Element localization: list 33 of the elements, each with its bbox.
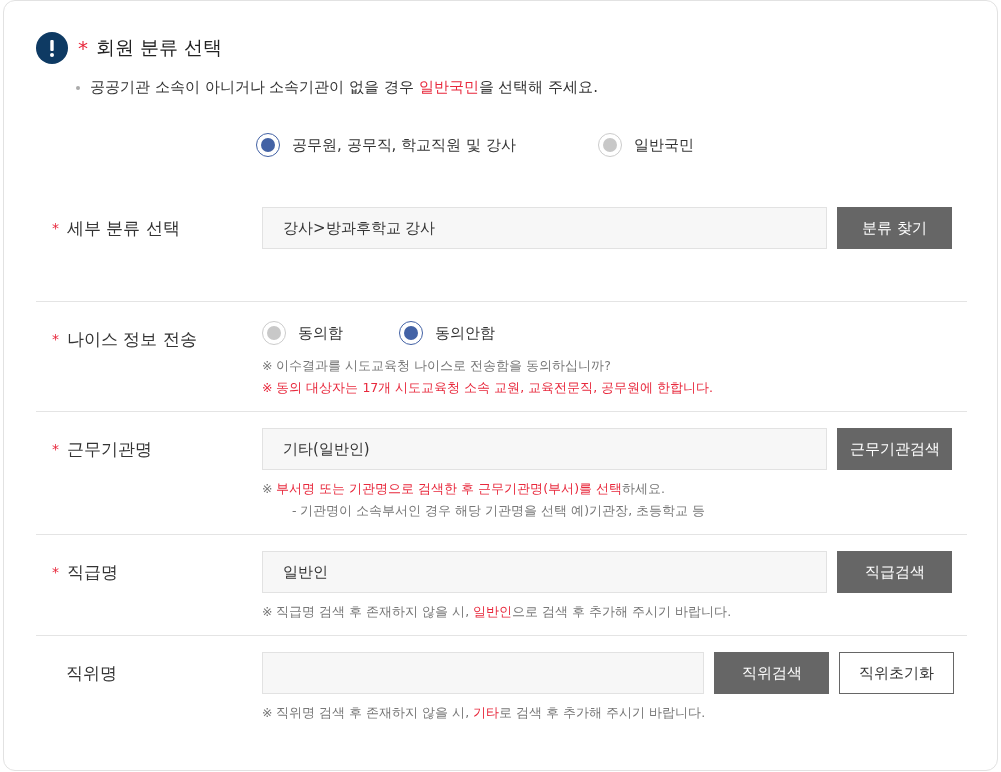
field-label: 근무기관명 bbox=[67, 437, 152, 461]
field-label: 세부 분류 선택 bbox=[67, 216, 180, 240]
search-button[interactable]: 분류 찾기 bbox=[837, 207, 952, 249]
bullet-icon bbox=[76, 85, 80, 90]
radio-option[interactable]: 동의안함 bbox=[399, 317, 495, 349]
help-note: ※ 직급명 검색 후 존재하지 않을 시, 일반인으로 검색 후 추가해 주시기 바랍니다. bbox=[262, 603, 733, 621]
required-mark: * bbox=[52, 331, 59, 347]
section-title: 회원 분류 선택 bbox=[96, 35, 223, 60]
search-button[interactable]: 직위초기화 bbox=[839, 652, 954, 694]
help-note: ※ 이수결과를 시도교육청 나이스로 전송함을 동의하십니까? bbox=[262, 357, 612, 375]
required-mark: * bbox=[52, 441, 59, 457]
help-note: ※ 직위명 검색 후 존재하지 않을 시, 기타로 검색 후 추가해 주시기 바랍니다. bbox=[262, 704, 707, 722]
field-label: 직위명 bbox=[66, 661, 117, 685]
required-mark: * bbox=[52, 564, 59, 580]
help-note: ※ 부서명 또는 기관명으로 검색한 후 근무기관명(부서)를 선택하세요. bbox=[262, 480, 667, 498]
help-note: - 기관명이 소속부서인 경우 해당 기관명을 선택 예)기관장, 초등학교 등 bbox=[291, 502, 707, 520]
search-button[interactable]: 직급검색 bbox=[837, 551, 952, 593]
search-button[interactable]: 직위검색 bbox=[714, 652, 829, 694]
text-field[interactable]: 강사>방과후학교 강사 bbox=[262, 207, 827, 249]
radio-option[interactable]: 동의함 bbox=[262, 317, 343, 349]
required-mark: * bbox=[52, 220, 59, 236]
text-field[interactable]: 기타(일반인) bbox=[262, 428, 827, 470]
text-field[interactable]: 일반인 bbox=[262, 551, 827, 593]
search-button[interactable]: 근무기관검색 bbox=[837, 428, 952, 470]
required-mark: * bbox=[78, 36, 88, 60]
field-label: 나이스 정보 전송 bbox=[67, 327, 197, 351]
text-field[interactable] bbox=[262, 652, 704, 694]
notice-text: 공공기관 소속이 아니거나 소속기관이 없을 경우 일반국민을 선택해 주세요. bbox=[90, 78, 598, 97]
exclamation-icon bbox=[36, 32, 68, 64]
help-note: ※ 동의 대상자는 17개 시도교육청 소속 교원, 교육전문직, 공무원에 한합니다. bbox=[262, 379, 715, 397]
field-label: 직급명 bbox=[67, 560, 118, 584]
radio-option[interactable]: 일반국민 bbox=[597, 133, 694, 157]
radio-option[interactable]: 공무원, 공무직, 학교직원 및 강사 bbox=[256, 133, 516, 157]
